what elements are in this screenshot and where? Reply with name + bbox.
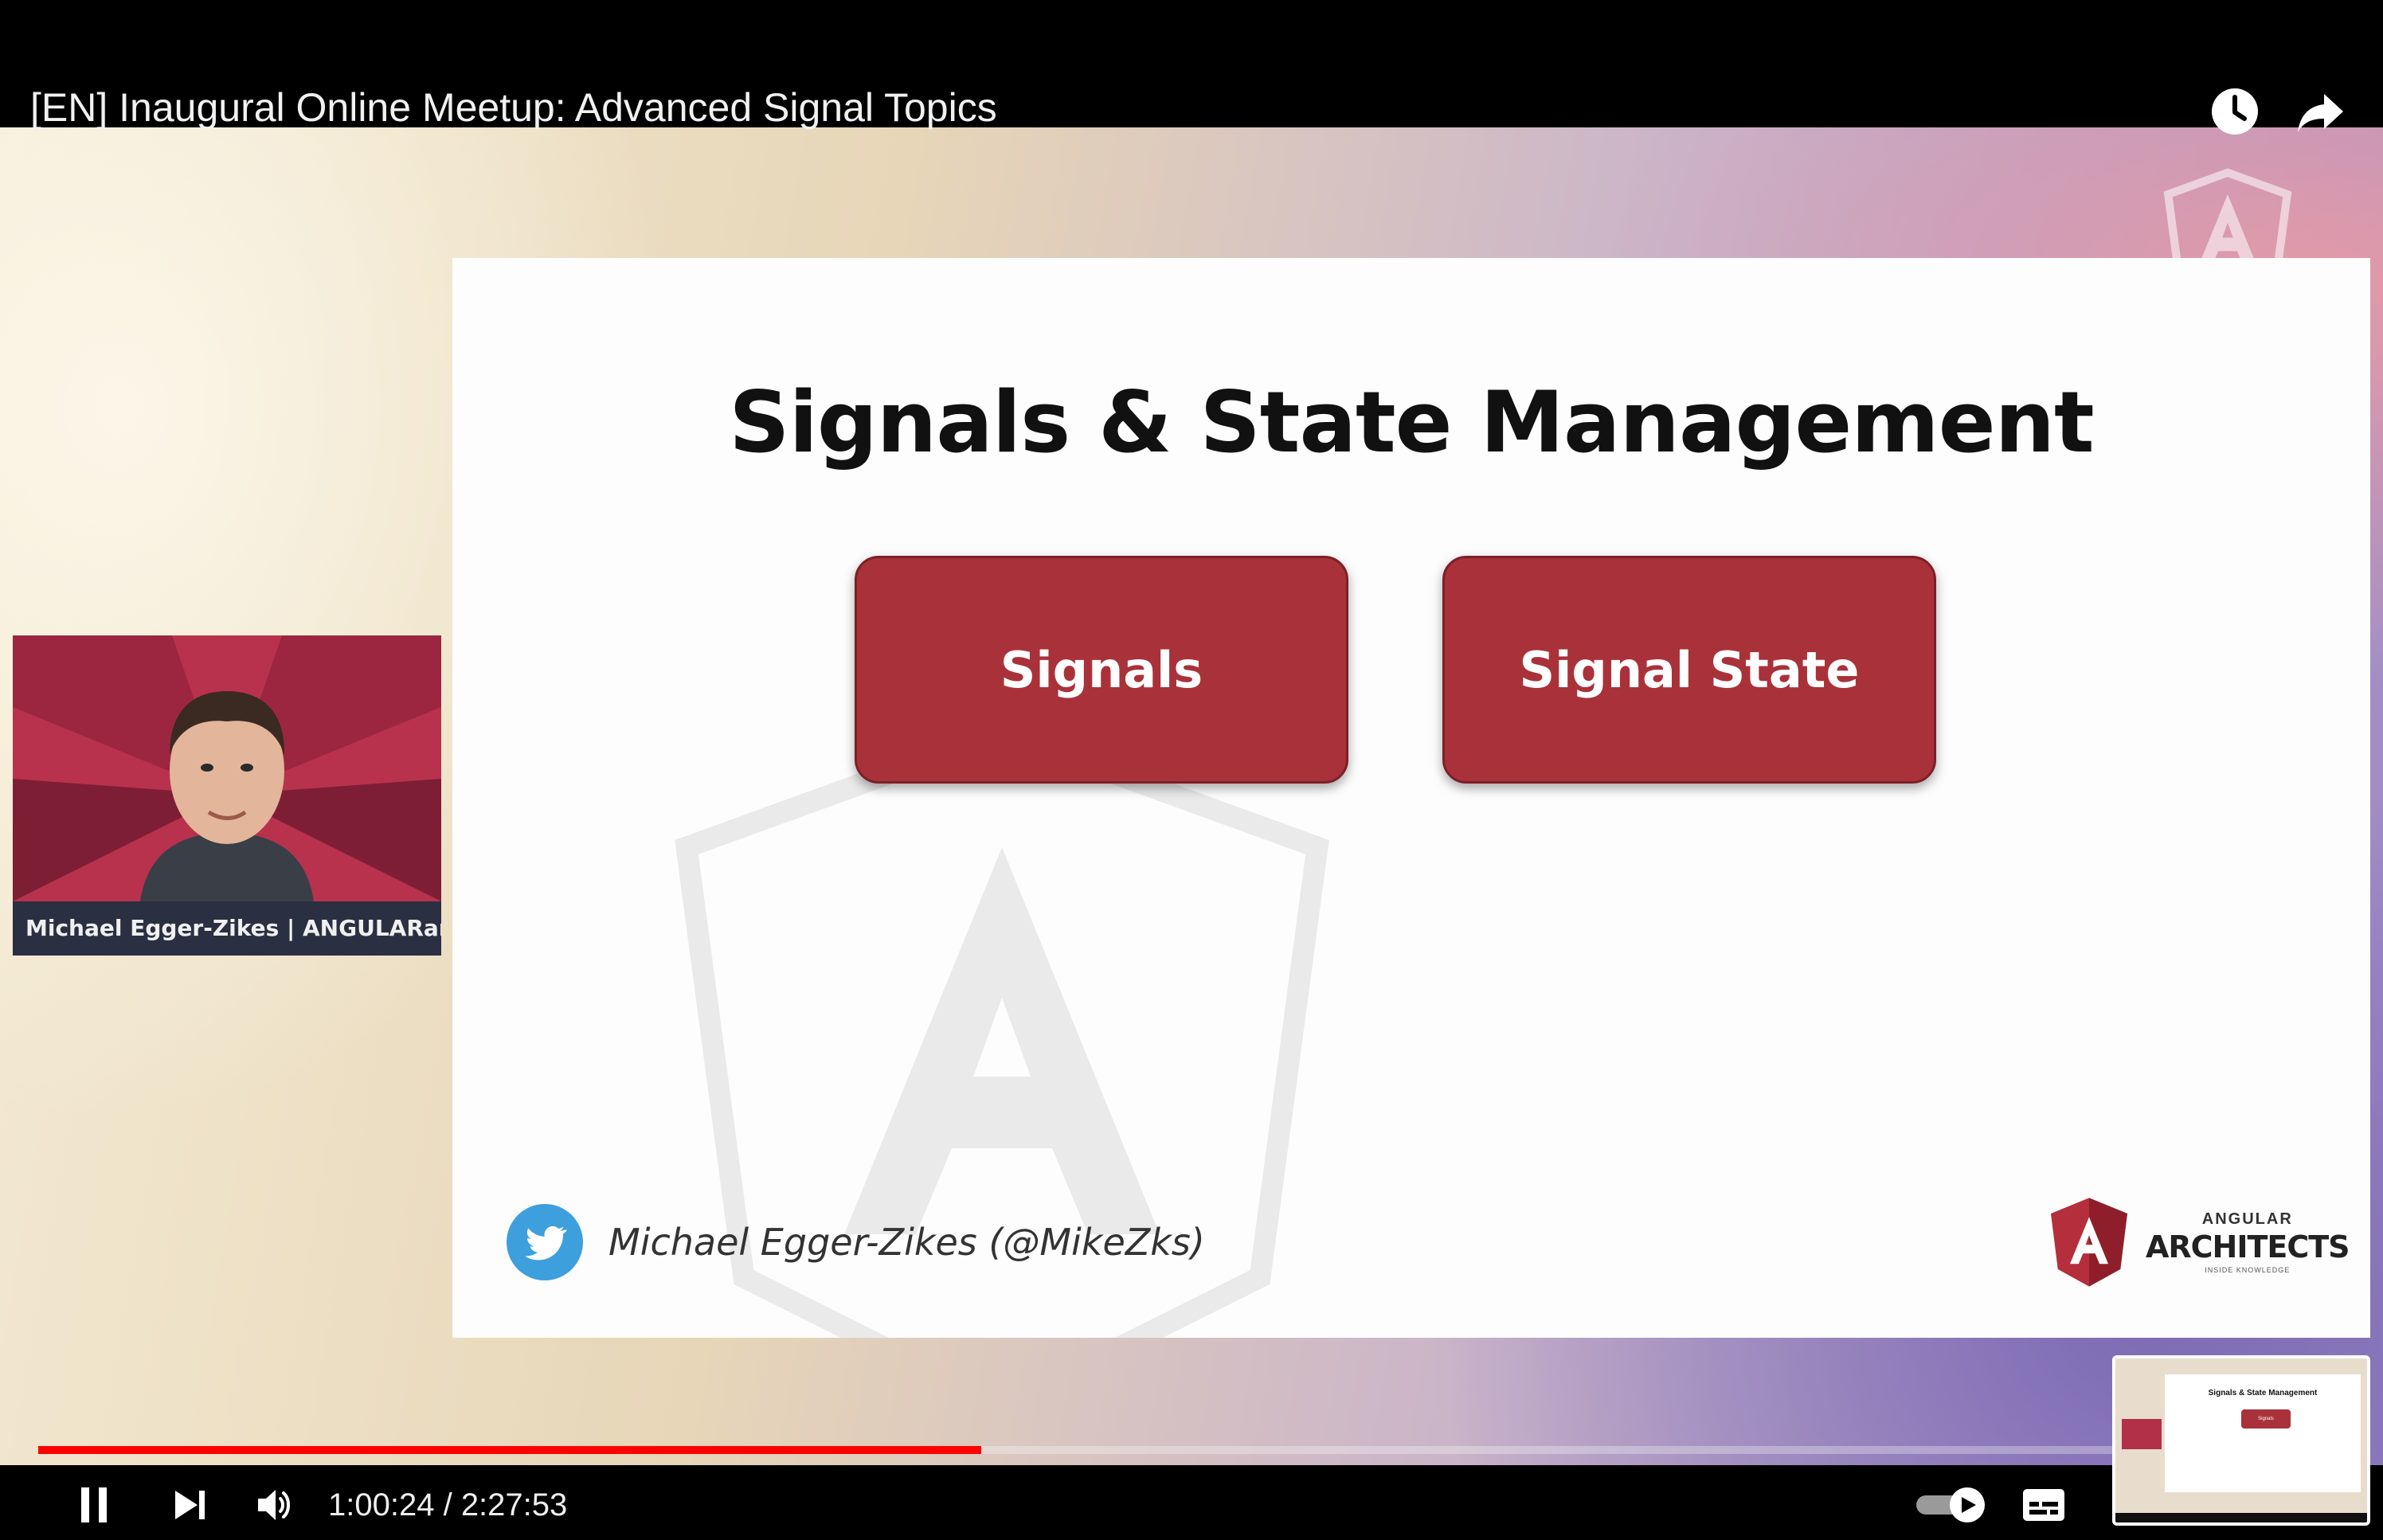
pause-icon (81, 1487, 107, 1522)
autoplay-toggle[interactable] (1915, 1486, 1991, 1524)
next-button[interactable] (161, 1476, 218, 1534)
time-display: 1:00:24 / 2:27:53 (328, 1476, 567, 1534)
time-current: 1:00:24 (328, 1487, 435, 1522)
progress-bar[interactable] (38, 1446, 2345, 1454)
preview-webcam (2122, 1419, 2162, 1449)
presentation-slide: Signals & State Management Signals Signa… (452, 258, 2370, 1338)
next-icon (175, 1491, 205, 1519)
video-title[interactable]: [EN] Inaugural Online Meetup: Advanced S… (30, 80, 997, 135)
brand-top: ANGULAR (2201, 1210, 2293, 1228)
speaker-video-image (13, 635, 441, 901)
volume-icon (258, 1490, 290, 1520)
clock-icon (2212, 88, 2258, 135)
watch-later-button[interactable] (2206, 83, 2264, 140)
slide-footer: Michael Egger-Zikes (@MikeZks) (507, 1202, 1205, 1282)
slide-author: Michael Egger-Zikes (@MikeZks) (608, 1221, 1205, 1264)
brand-main: ARCHITECTS (2146, 1229, 2350, 1264)
brand-text: ANGULAR ARCHITECTS INSIDE KNOWLEDGE (2146, 1211, 2350, 1274)
angular-architects-logo: ANGULAR ARCHITECTS INSIDE KNOWLEDGE (2045, 1194, 2350, 1290)
preview-topic-box: Signals (2241, 1409, 2291, 1429)
preview-controls-bar (2115, 1513, 2367, 1522)
volume-button[interactable] (247, 1476, 304, 1534)
video-player[interactable]: [EN] Inaugural Online Meetup: Advanced S… (0, 0, 2383, 1540)
subtitles-icon (2023, 1489, 2064, 1521)
webcam-name-label: Michael Egger-Zikes | ANGULARarc... (13, 901, 441, 956)
miniplayer-preview[interactable]: Signals & State Management Signals (2112, 1355, 2370, 1526)
preview-slide-title: Signals & State Management (2208, 1389, 2318, 1397)
speaker-webcam: Michael Egger-Zikes | ANGULARarc... (13, 635, 441, 956)
share-arrow-icon (2298, 94, 2343, 132)
preview-slide: Signals & State Management Signals (2165, 1374, 2361, 1492)
autoplay-toggle-icon (1916, 1487, 1985, 1522)
slide-title: Signals & State Management (729, 373, 2094, 471)
time-total: 2:27:53 (460, 1487, 568, 1522)
angular-shield-icon (2051, 1198, 2127, 1287)
share-button[interactable] (2292, 83, 2350, 140)
progress-fill (38, 1446, 982, 1454)
topic-box-signal-state: Signal State (1442, 556, 1936, 784)
brand-sub: INSIDE KNOWLEDGE (2205, 1265, 2291, 1274)
player-controls: 1:00:24 / 2:27:53 (0, 1465, 2383, 1540)
time-separator: / (434, 1487, 461, 1522)
top-bar: [EN] Inaugural Online Meetup: Advanced S… (0, 0, 2383, 135)
subtitles-button[interactable] (2015, 1476, 2072, 1534)
pause-button[interactable] (65, 1476, 123, 1534)
topic-box-signals: Signals (855, 556, 1348, 784)
twitter-icon (507, 1204, 583, 1280)
video-frame[interactable]: Signals & State Management Signals Signa… (0, 127, 2383, 1465)
